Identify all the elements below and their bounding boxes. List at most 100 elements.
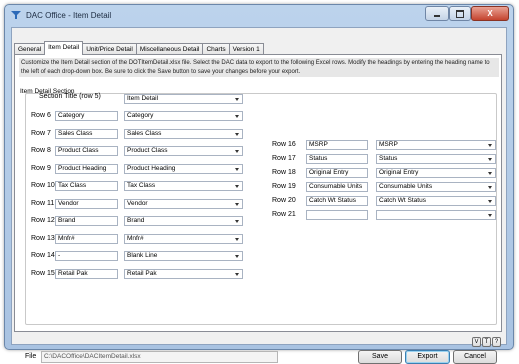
field-dropdown[interactable]: Catch Wt Status (376, 196, 496, 206)
chevron-down-icon (235, 115, 239, 118)
field-dropdown-value: Vendor (127, 199, 148, 207)
field-dropdown[interactable]: Product Heading (124, 163, 243, 174)
close-button[interactable]: X (471, 6, 509, 21)
field-dropdown-value: Product Heading (127, 164, 176, 172)
close-icon: X (487, 9, 493, 18)
minimize-button[interactable] (425, 6, 449, 21)
field-dropdown-value: MSRP (379, 141, 398, 148)
field-dropdown[interactable]: Product Class (124, 146, 243, 156)
help-button-t[interactable]: T (482, 337, 491, 347)
field-dropdown[interactable]: Blank Line (124, 251, 243, 261)
heading-input[interactable]: Vendor (55, 198, 118, 209)
chevron-down-icon (488, 186, 492, 189)
file-path-field: C:\DACOffice\DACItemDetail.xlsx (41, 351, 278, 363)
window-title: DAC Office - Item Detail (26, 11, 112, 20)
heading-input[interactable]: Product Class (55, 146, 118, 156)
chevron-down-icon (235, 132, 239, 136)
heading-input[interactable]: Brand (55, 216, 118, 226)
file-label: File (25, 353, 37, 360)
heading-input[interactable] (306, 210, 368, 220)
help-button-v[interactable]: V (472, 337, 481, 347)
field-dropdown[interactable]: Brand (124, 216, 243, 226)
chevron-down-icon (235, 202, 239, 206)
row-label: Row 20 (272, 197, 296, 204)
minimize-icon (434, 15, 440, 17)
chevron-down-icon (235, 255, 239, 258)
heading-input[interactable]: MSRP (306, 140, 368, 150)
row-label: Row 15 (31, 269, 55, 277)
instructions-text: Customize the Item Detail section of the… (19, 58, 499, 77)
heading-input[interactable]: Mnfr# (55, 233, 118, 244)
field-dropdown-value: Original Entry (379, 169, 419, 176)
heading-input[interactable]: Product Heading (55, 163, 118, 174)
chevron-down-icon (488, 214, 492, 217)
row-label: Row 10 (31, 182, 55, 189)
export-button[interactable]: Export (405, 350, 450, 364)
field-dropdown[interactable]: Retail Pak (124, 268, 243, 279)
chevron-down-icon (235, 272, 239, 276)
row-label: Row 17 (272, 155, 296, 162)
heading-input[interactable]: Tax Class (55, 181, 118, 191)
maximize-button[interactable] (449, 6, 471, 21)
heading-input[interactable]: Status (306, 154, 368, 164)
row-label: Row 12 (31, 217, 55, 224)
field-dropdown-value: Brand (127, 217, 145, 224)
heading-input[interactable]: Sales Class (55, 128, 118, 139)
field-dropdown[interactable]: Status (376, 154, 496, 164)
help-button-question[interactable]: ? (492, 337, 501, 347)
field-dropdown[interactable]: Tax Class (124, 181, 243, 191)
field-dropdown-value: Category (127, 112, 154, 119)
heading-input[interactable]: - (55, 251, 118, 261)
section-title-value: Item Detail (127, 95, 159, 102)
chevron-down-icon (488, 172, 492, 175)
field-dropdown[interactable]: MSRP (376, 140, 496, 150)
save-button[interactable]: Save (358, 350, 402, 364)
field-dropdown[interactable]: Category (124, 111, 243, 121)
field-dropdown[interactable]: Consumable Units (376, 182, 496, 192)
heading-input[interactable]: Original Entry (306, 168, 368, 178)
chevron-down-icon (235, 98, 239, 101)
field-dropdown[interactable]: Mnfr# (124, 233, 243, 244)
field-dropdown[interactable]: Original Entry (376, 168, 496, 178)
chevron-down-icon (235, 237, 239, 241)
client-area: General Item Detail Unit/Price Detail Misce… (11, 27, 507, 364)
heading-input[interactable]: Retail Pak (55, 268, 118, 279)
field-dropdown[interactable]: Vendor (124, 198, 243, 209)
cancel-button[interactable]: Cancel (453, 350, 497, 364)
field-dropdown[interactable] (376, 210, 496, 220)
field-dropdown-value: Tax Class (127, 182, 156, 189)
chevron-down-icon (488, 158, 492, 161)
field-dropdown-value: Status (379, 155, 398, 162)
heading-input[interactable]: Catch Wt Status (306, 196, 368, 206)
heading-input[interactable]: Consumable Units (306, 182, 368, 192)
chevron-down-icon (235, 185, 239, 188)
field-dropdown-value: Sales Class (127, 129, 162, 137)
row-label: Row 8 (31, 147, 51, 154)
title-bar[interactable]: DAC Office - Item Detail X (5, 5, 513, 27)
field-dropdown-value: Blank Line (127, 252, 158, 259)
chevron-down-icon (235, 150, 239, 153)
heading-input[interactable]: Category (55, 111, 118, 121)
row-label: Row 14 (31, 252, 55, 259)
app-window: DAC Office - Item Detail X General Item D… (4, 4, 514, 364)
chevron-down-icon (488, 144, 492, 147)
maximize-icon (456, 9, 464, 18)
section-title-label: Section Title (row 5) (39, 93, 101, 100)
row-label: Row 9 (31, 164, 51, 172)
field-dropdown[interactable]: Sales Class (124, 128, 243, 139)
field-dropdown-value: Retail Pak (127, 269, 157, 277)
row-label: Row 19 (272, 183, 296, 190)
chevron-down-icon (235, 167, 239, 171)
row-label: Row 21 (272, 211, 296, 218)
tab-item-detail[interactable]: Item Detail (44, 41, 84, 55)
tab-strip: General Item Detail Unit/Price Detail Misce… (14, 41, 264, 55)
field-dropdown-value: Consumable Units (379, 183, 433, 190)
funnel-icon (11, 11, 21, 19)
row-label: Row 18 (272, 169, 296, 176)
row-label: Row 6 (31, 112, 51, 119)
field-dropdown-value: Catch Wt Status (379, 197, 426, 204)
section-title-dropdown[interactable]: Item Detail (124, 94, 243, 104)
chevron-down-icon (488, 200, 492, 203)
row-label: Row 11 (31, 199, 55, 207)
field-dropdown-value: Mnfr# (127, 234, 144, 242)
